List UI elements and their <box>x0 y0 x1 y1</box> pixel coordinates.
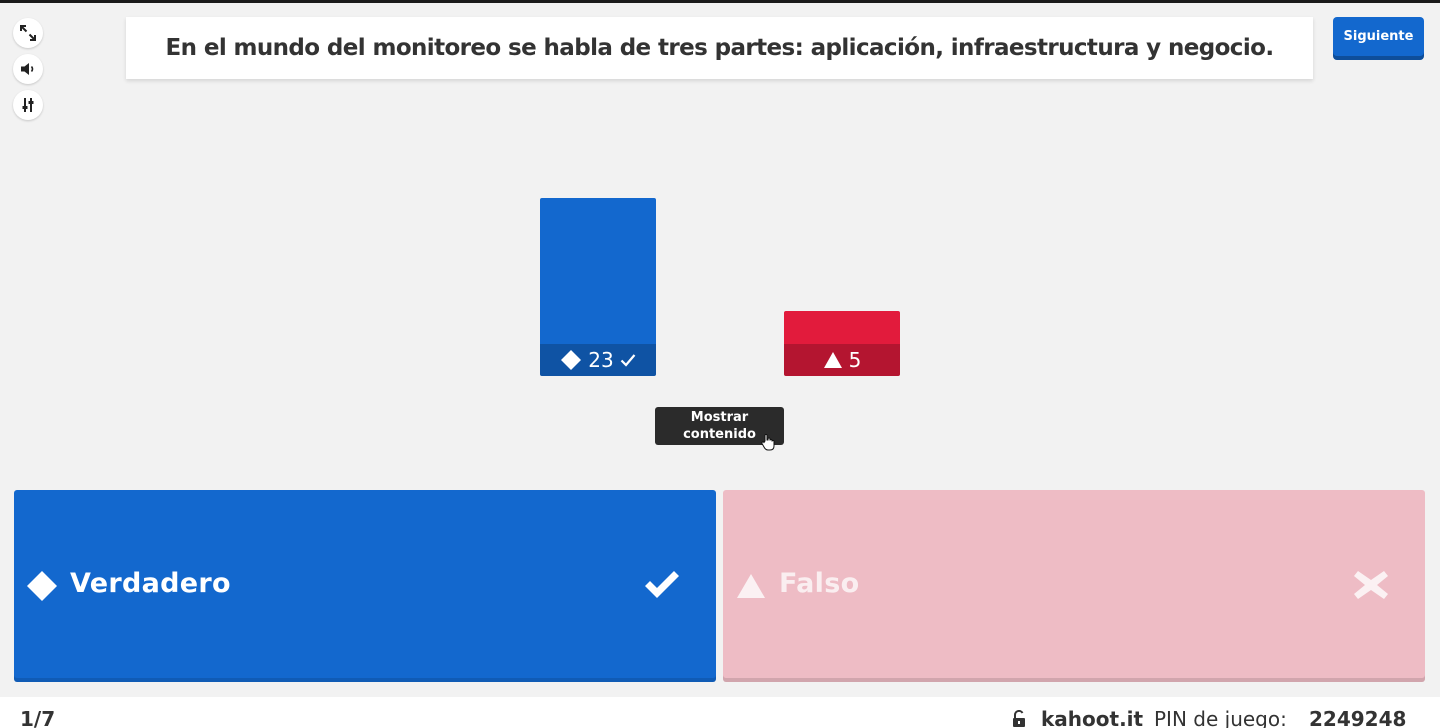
result-count-true: 23 <box>588 348 614 372</box>
question-counter: 1/7 <box>20 707 56 728</box>
answer-false-label: Falso <box>779 568 860 599</box>
result-bar-true-footer: 23 <box>540 344 656 376</box>
check-icon <box>620 354 636 367</box>
hand-cursor-icon <box>761 434 775 451</box>
question-box: En el mundo del monitoreo se habla de tr… <box>126 17 1313 79</box>
settings-button[interactable] <box>13 90 43 120</box>
site-name: kahoot.it <box>1041 707 1144 728</box>
question-text: En el mundo del monitoreo se habla de tr… <box>165 35 1275 61</box>
side-controls <box>13 18 43 126</box>
answer-false[interactable]: Falso <box>723 490 1425 682</box>
fullscreen-button[interactable] <box>13 18 43 48</box>
result-bar-true: 23 <box>540 198 656 376</box>
triangle-icon <box>737 574 765 598</box>
triangle-icon <box>823 352 842 368</box>
answer-true[interactable]: Verdadero <box>14 490 716 682</box>
result-bar-false: 5 <box>784 311 900 376</box>
pin-label: PIN de juego: <box>1154 707 1287 728</box>
next-button[interactable]: Siguiente <box>1333 17 1424 60</box>
top-border <box>0 0 1440 3</box>
settings-sliders-icon <box>22 98 34 112</box>
diamond-icon <box>27 571 57 601</box>
cross-icon <box>1354 571 1388 599</box>
footer: 1/7 kahoot.it PIN de juego: 2249248 <box>0 697 1440 728</box>
fullscreen-icon <box>20 25 36 41</box>
lock-open-icon[interactable] <box>1011 710 1027 728</box>
pin-value: 2249248 <box>1309 707 1407 728</box>
diamond-icon <box>561 350 582 370</box>
volume-button[interactable] <box>13 54 43 84</box>
volume-icon <box>21 63 34 75</box>
check-icon <box>645 571 679 598</box>
answer-true-label: Verdadero <box>70 568 231 599</box>
result-bar-false-footer: 5 <box>784 344 900 376</box>
result-count-false: 5 <box>848 348 862 372</box>
